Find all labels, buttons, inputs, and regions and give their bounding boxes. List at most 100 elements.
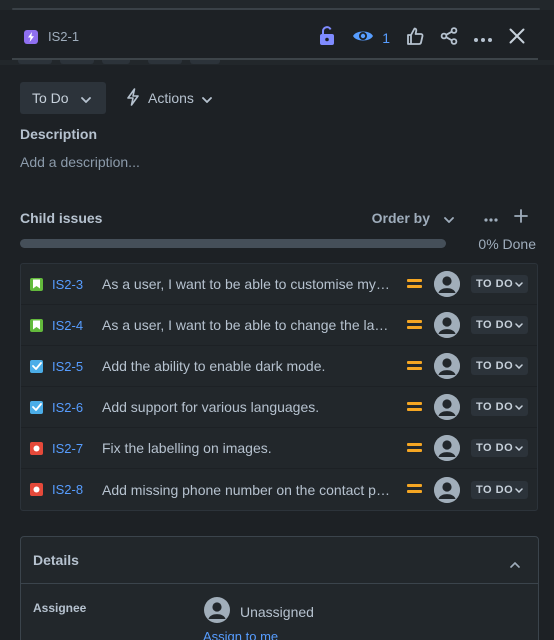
priority-medium-icon[interactable]	[407, 442, 422, 452]
avatar[interactable]	[434, 353, 460, 379]
chevron-up-icon	[510, 555, 520, 573]
story-icon	[30, 318, 43, 332]
issue-key[interactable]: IS2-1	[48, 29, 79, 44]
child-status-dropdown[interactable]: TO DO	[471, 275, 529, 293]
child-issue-summary[interactable]: Add the ability to enable dark mode.	[102, 358, 392, 374]
assignee-value: Unassigned	[240, 603, 314, 620]
bug-icon	[30, 441, 43, 455]
panel-top-edge	[0, 0, 554, 10]
lightning-icon	[24, 29, 38, 44]
child-issue-summary[interactable]: As a user, I want to be able to customis…	[102, 276, 392, 292]
avatar	[204, 597, 230, 626]
child-issue-summary[interactable]: As a user, I want to be able to change t…	[102, 317, 392, 333]
child-issue-row[interactable]: IS2-4 As a user, I want to be able to cha…	[21, 305, 537, 346]
child-issue-key[interactable]: IS2-6	[52, 400, 83, 415]
avatar[interactable]	[434, 435, 460, 461]
order-by-dropdown[interactable]: Order by	[372, 210, 454, 226]
chevron-down-icon	[515, 401, 523, 413]
close-icon	[509, 28, 525, 49]
more-actions-button[interactable]	[466, 26, 500, 50]
avatar[interactable]	[434, 476, 460, 503]
lock-open-icon	[318, 25, 336, 51]
avatar[interactable]	[434, 312, 460, 338]
child-status-label: TO DO	[476, 319, 514, 331]
task-icon	[30, 400, 43, 414]
priority-medium-icon[interactable]	[407, 278, 422, 288]
actions-label: Actions	[148, 90, 194, 106]
chevron-down-icon	[515, 442, 523, 454]
eye-icon	[352, 28, 374, 49]
issue-breadcrumb[interactable]: IS2-1	[24, 29, 79, 44]
actions-button[interactable]: Actions	[126, 87, 212, 109]
child-issue-row[interactable]: IS2-7 Fix the labelling on images. TO DO	[21, 428, 537, 469]
assignee-label: Assignee	[33, 601, 87, 615]
restrictions-button[interactable]	[310, 25, 344, 51]
child-issue-key[interactable]: IS2-7	[52, 441, 83, 456]
child-issue-row[interactable]: IS2-3 As a user, I want to be able to cus…	[21, 264, 537, 305]
watch-count: 1	[382, 30, 390, 46]
thumbs-up-icon	[406, 27, 424, 50]
status-row: To Do Actions	[20, 82, 212, 114]
child-issues-list: IS2-3 As a user, I want to be able to cus…	[20, 263, 538, 511]
child-status-dropdown[interactable]: TO DO	[471, 357, 529, 375]
child-issue-key[interactable]: IS2-8	[52, 482, 83, 497]
chevron-down-icon	[515, 484, 523, 496]
description-input[interactable]: Add a description...	[20, 154, 140, 170]
bug-icon	[30, 483, 43, 496]
status-dropdown[interactable]: To Do	[20, 82, 106, 114]
lightning-icon	[126, 87, 140, 109]
plus-icon	[514, 208, 528, 228]
priority-medium-icon[interactable]	[407, 401, 422, 411]
avatar[interactable]	[434, 271, 460, 297]
assignee-field[interactable]: Unassigned	[204, 597, 314, 626]
progress-bar	[20, 239, 446, 248]
task-icon	[30, 359, 43, 373]
details-toggle[interactable]: Details	[21, 537, 538, 584]
priority-medium-icon[interactable]	[407, 360, 422, 370]
child-issue-key[interactable]: IS2-5	[52, 359, 83, 374]
more-icon	[484, 209, 498, 227]
assign-to-me-link[interactable]: Assign to me	[203, 629, 278, 640]
order-by-label: Order by	[371, 210, 430, 226]
chevron-down-icon	[515, 319, 523, 331]
header-actions: 1	[310, 25, 534, 51]
vote-button[interactable]	[398, 26, 432, 50]
child-issue-summary[interactable]: Add missing phone number on the contact …	[102, 482, 392, 498]
priority-medium-icon[interactable]	[407, 483, 422, 493]
priority-medium-icon[interactable]	[407, 319, 422, 329]
child-issue-summary[interactable]: Fix the labelling on images.	[102, 440, 392, 456]
chevron-down-icon	[444, 210, 454, 226]
child-status-dropdown[interactable]: TO DO	[471, 439, 529, 457]
child-issue-row[interactable]: IS2-6 Add support for various languages. T…	[21, 387, 537, 428]
chevron-down-icon	[202, 90, 212, 106]
details-panel: Details Assignee Unassigned Assign to me	[20, 536, 539, 640]
child-status-dropdown[interactable]: TO DO	[471, 398, 529, 416]
chevron-down-icon	[80, 90, 91, 106]
progress-label: 0% Done	[478, 236, 536, 252]
avatar[interactable]	[434, 394, 460, 420]
toolbar-remnant	[0, 60, 554, 65]
child-issue-summary[interactable]: Add support for various languages.	[102, 399, 392, 415]
child-status-label: TO DO	[476, 278, 514, 290]
child-status-label: TO DO	[476, 483, 514, 496]
issue-header: IS2-1 1	[0, 12, 554, 60]
child-issue-row[interactable]: IS2-8 Add missing phone number on the con…	[21, 469, 537, 510]
child-issue-key[interactable]: IS2-4	[52, 318, 83, 333]
child-more-button[interactable]	[476, 205, 506, 231]
child-issue-key[interactable]: IS2-3	[52, 277, 83, 292]
watch-button[interactable]: 1	[344, 26, 398, 50]
more-icon	[474, 29, 492, 47]
chevron-down-icon	[515, 278, 523, 290]
child-status-dropdown[interactable]: TO DO	[471, 316, 529, 334]
child-status-label: TO DO	[476, 360, 514, 372]
child-status-dropdown[interactable]: TO DO	[471, 480, 529, 499]
child-issue-row[interactable]: IS2-5 Add the ability to enable dark mode…	[21, 346, 537, 387]
child-status-label: TO DO	[476, 401, 514, 413]
add-child-button[interactable]	[506, 205, 536, 231]
description-heading: Description	[20, 126, 98, 142]
chevron-down-icon	[515, 360, 523, 372]
child-issues-controls: Order by	[372, 205, 536, 231]
story-icon	[30, 277, 43, 291]
close-button[interactable]	[500, 26, 534, 50]
share-button[interactable]	[432, 26, 466, 50]
